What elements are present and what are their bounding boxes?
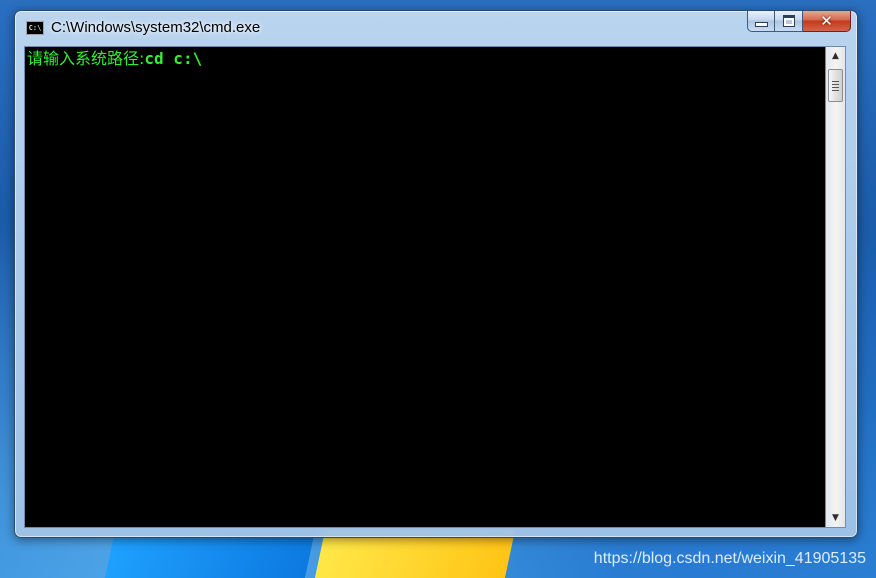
close-icon: ✕ [820, 11, 833, 30]
minimize-icon [754, 22, 768, 27]
scroll-up-button[interactable]: ▲ [826, 47, 845, 65]
grip-line [832, 89, 839, 91]
maximize-button[interactable] [775, 11, 803, 32]
grip-line [832, 80, 839, 82]
scroll-thumb[interactable] [828, 69, 843, 102]
watermark: https://blog.csdn.net/weixin_41905135 [593, 550, 866, 567]
console-line: 请输入系统路径:cd c:\ [27, 49, 202, 69]
close-button[interactable]: ✕ [803, 11, 851, 32]
console-output[interactable]: 请输入系统路径:cd c:\ [24, 46, 826, 528]
scroll-down-button[interactable]: ▼ [826, 509, 845, 527]
scroll-up-icon: ▲ [832, 51, 839, 61]
grip-line [832, 86, 839, 88]
window-title: C:\Windows\system32\cmd.exe [51, 19, 261, 36]
console-input: cd c:\ [144, 49, 203, 68]
vertical-scrollbar[interactable]: ▲ ▼ [826, 46, 846, 528]
maximize-icon [782, 15, 795, 27]
console-prompt: 请输入系统路径: [27, 49, 145, 68]
scroll-down-icon: ▼ [832, 513, 839, 523]
console-app-icon-label: C:\ [28, 23, 42, 32]
title-bar[interactable]: C:\ C:\Windows\system32\cmd.exe ✕ [15, 11, 857, 45]
minimize-button[interactable] [747, 11, 775, 32]
console-app-icon[interactable]: C:\ [26, 21, 44, 35]
cmd-window: C:\ C:\Windows\system32\cmd.exe ✕ 请输入系统路… [14, 10, 858, 538]
grip-line [832, 83, 839, 85]
caption-buttons: ✕ [747, 11, 851, 33]
